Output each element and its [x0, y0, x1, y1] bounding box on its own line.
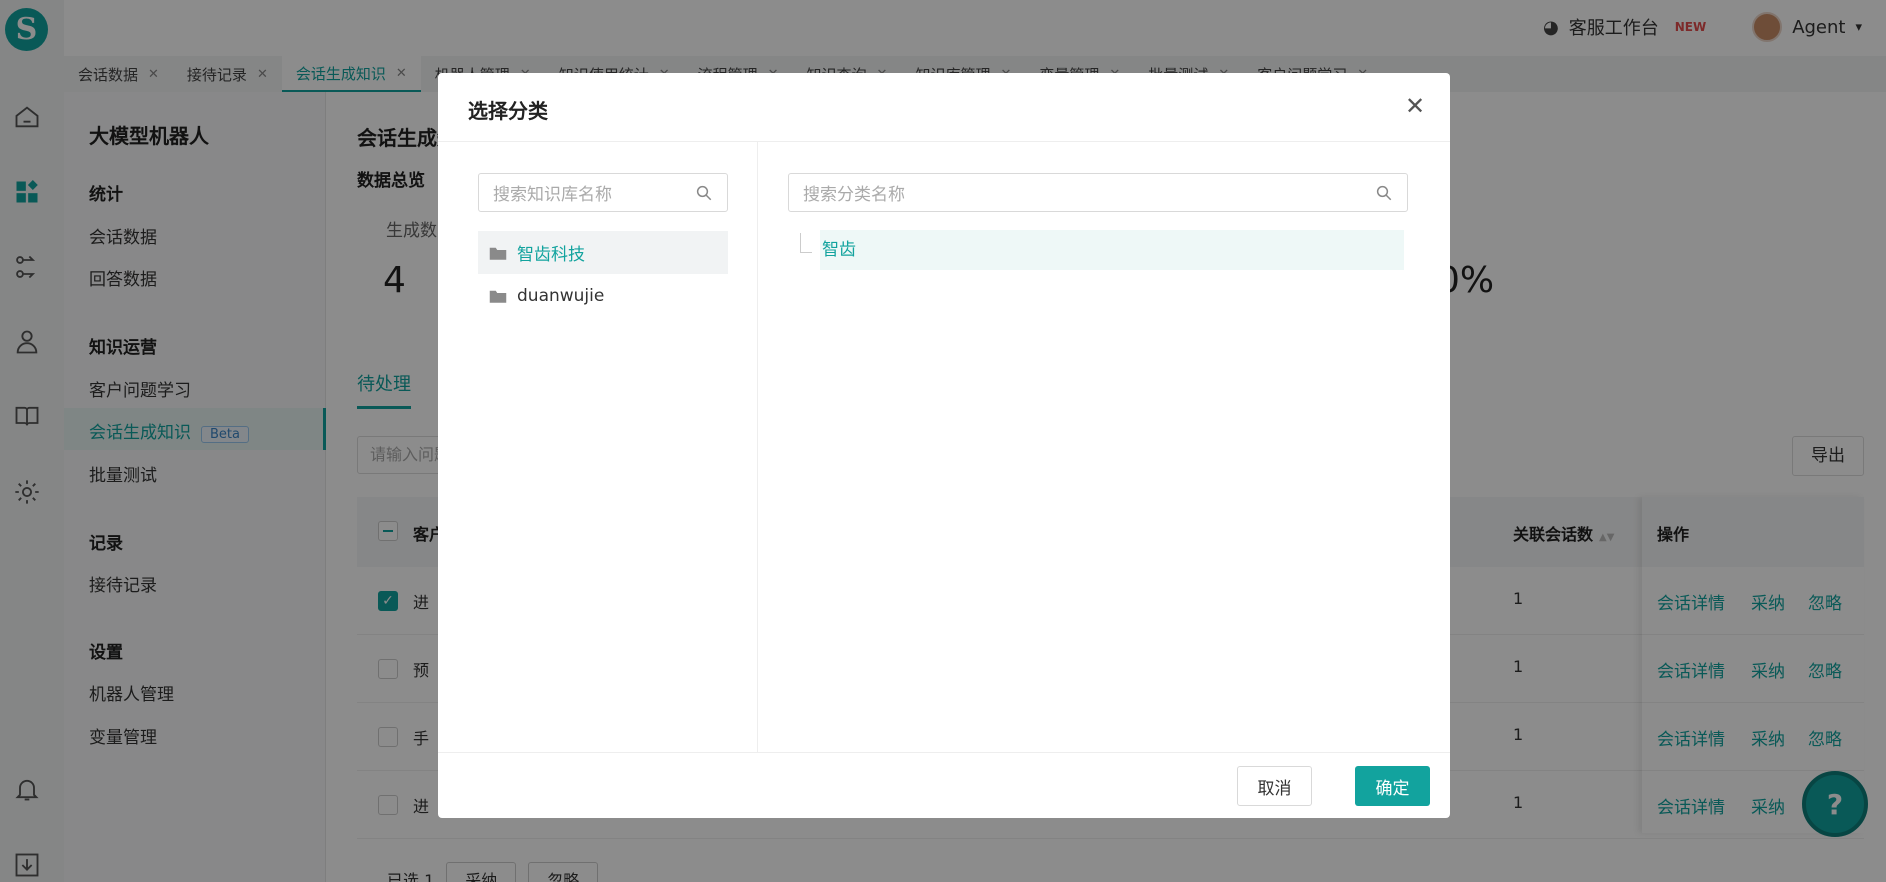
category-search-placeholder: 搜索分类名称: [803, 185, 905, 205]
category-pane: 搜索分类名称 智齿: [758, 142, 1450, 752]
category-tree-node[interactable]: 智齿: [788, 230, 1404, 270]
kb-item-label: 智齿科技: [517, 245, 585, 265]
kb-search-placeholder: 搜索知识库名称: [493, 185, 612, 205]
folder-icon: [489, 247, 507, 260]
knowledge-base-pane: 搜索知识库名称 智齿科技 duanwujie: [438, 142, 758, 752]
select-category-dialog: 选择分类 ✕ 搜索知识库名称 智齿科技 duanwujie 搜索分类名称 智齿 …: [438, 73, 1450, 818]
search-icon[interactable]: [1375, 184, 1393, 202]
cancel-button[interactable]: 取消: [1237, 766, 1312, 806]
dialog-title: 选择分类: [468, 99, 548, 123]
dialog-footer: 取消 确定: [438, 752, 1450, 818]
confirm-button[interactable]: 确定: [1355, 766, 1430, 806]
close-icon[interactable]: ✕: [1402, 92, 1428, 120]
search-icon[interactable]: [695, 184, 713, 202]
category-search-input[interactable]: 搜索分类名称: [788, 173, 1408, 212]
kb-item-label: duanwujie: [517, 285, 605, 306]
tree-connector: [800, 233, 812, 253]
kb-item[interactable]: duanwujie: [478, 274, 728, 317]
dialog-header: 选择分类 ✕: [438, 73, 1450, 142]
kb-item[interactable]: 智齿科技: [478, 231, 728, 274]
kb-search-input[interactable]: 搜索知识库名称: [478, 173, 728, 212]
folder-icon: [489, 290, 507, 303]
category-label[interactable]: 智齿: [820, 230, 1404, 270]
